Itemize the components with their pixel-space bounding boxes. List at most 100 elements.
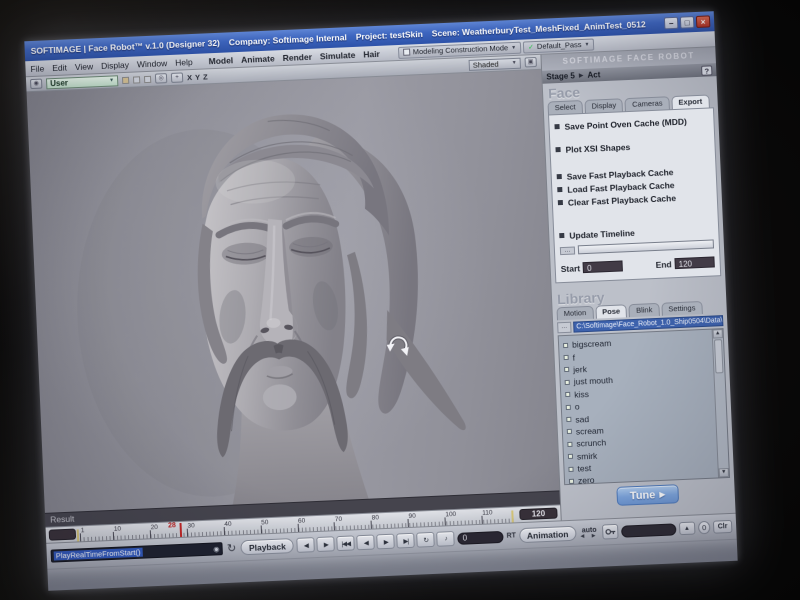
menu-item[interactable]: File (30, 63, 44, 74)
start-label: Start (561, 263, 581, 274)
library-tab[interactable]: Pose (595, 304, 627, 318)
playhead[interactable]: 28 (179, 523, 182, 537)
axis-lock-button[interactable]: Z (203, 72, 208, 81)
minimize-button[interactable]: − (664, 17, 679, 30)
go-to-start-button[interactable]: |◀◀ (336, 535, 355, 551)
pose-listbox[interactable]: bigscream f jerk just mouth kiss (558, 328, 730, 485)
next-frame-button[interactable]: ▶ (316, 536, 335, 552)
current-frame-field[interactable]: 0 (457, 530, 503, 544)
up-arrow-button[interactable]: ▲ (678, 522, 695, 536)
script-knob-icon[interactable]: ◉ (213, 545, 219, 553)
toolbar-swatch-icon[interactable] (122, 76, 129, 83)
tune-button[interactable]: Tune ▶ (616, 484, 679, 506)
script-command-text: PlayRealTimeFromStart() (54, 548, 143, 561)
menu-item[interactable]: Simulate (320, 49, 356, 61)
help-button[interactable]: ? (701, 65, 712, 75)
prev-frame-button[interactable]: ◀ (296, 537, 315, 553)
display-mode-dropdown[interactable]: Shaded (469, 57, 521, 70)
viewport-3d-canvas[interactable] (27, 70, 560, 513)
pose-list: bigscream f jerk just mouth kiss (563, 333, 715, 485)
checkbox-icon[interactable] (403, 49, 410, 56)
construction-mode-label: Modeling Construction Mode (413, 43, 509, 56)
export-action-button[interactable]: Save Point Oven Cache (MDD) (554, 115, 708, 133)
camera-view-dropdown[interactable]: User (46, 75, 118, 89)
menu-item[interactable]: Hair (363, 48, 380, 59)
go-to-end-button[interactable]: ▶| (396, 533, 415, 549)
render-pass-dropdown[interactable]: ✓ Default_Pass (523, 38, 595, 53)
library-tab[interactable]: Blink (629, 303, 660, 317)
pose-bullet-icon (564, 355, 569, 360)
autokey-widget[interactable]: auto ◀ ▶ (579, 526, 599, 539)
face-tab[interactable]: Cameras (625, 96, 670, 111)
window-controls: − □ × (664, 15, 710, 29)
progress-options-button[interactable]: … (560, 246, 575, 255)
translate-icon[interactable]: + (171, 72, 183, 83)
range-marker[interactable] (511, 510, 514, 522)
clear-button[interactable]: Clr (713, 520, 733, 534)
ruler-tick: 20 (150, 530, 151, 538)
library-tab[interactable]: Motion (556, 306, 593, 321)
axis-lock-button[interactable]: Y (195, 72, 200, 81)
pose-label: kiss (574, 389, 589, 400)
maximize-button[interactable]: □ (680, 16, 695, 29)
export-action-button[interactable]: Plot XSI Shapes (555, 138, 709, 156)
axis-lock-button[interactable]: X (187, 73, 192, 82)
play-forward-button[interactable]: ▶ (376, 534, 395, 550)
viewport-resize-icon[interactable]: ▣ (525, 57, 537, 68)
pose-label: f (572, 352, 575, 362)
animation-menu-button[interactable]: Animation (519, 526, 577, 543)
face-tab[interactable]: Export (671, 94, 709, 109)
menu-item[interactable]: View (75, 61, 94, 72)
tune-label: Tune (630, 489, 656, 502)
ruler-tick: 110 (481, 516, 482, 524)
menu-item[interactable]: Help (175, 56, 193, 67)
menu-item[interactable]: Model (208, 55, 233, 66)
cache-progress-bar (578, 239, 714, 254)
realtime-toggle[interactable]: RT (506, 532, 516, 539)
end-frame-field[interactable]: 120 (674, 256, 714, 269)
ruler-tick: 80 (371, 521, 372, 529)
scroll-down-icon[interactable]: ▼ (719, 468, 729, 477)
menu-item[interactable]: Render (282, 51, 312, 62)
center-pivot-icon[interactable]: ◎ (155, 73, 167, 84)
export-action-label: Save Point Oven Cache (MDD) (564, 116, 687, 131)
close-button[interactable]: × (696, 15, 711, 28)
menu-item[interactable]: Window (137, 58, 168, 69)
axis-lock-buttons: XYZ (187, 72, 208, 82)
head-model (27, 70, 560, 513)
export-action-label: Plot XSI Shapes (565, 141, 630, 154)
ruler-tick: 30 (187, 529, 188, 537)
toolbar-swatch-icon[interactable] (144, 75, 151, 82)
scroll-thumb[interactable] (714, 339, 723, 373)
key-icon (605, 527, 616, 536)
project-label: Project: testSkin (356, 29, 423, 42)
ruler-tick: 60 (297, 524, 298, 532)
end-frame-box[interactable]: 120 (519, 508, 557, 521)
scroll-up-icon[interactable]: ▲ (713, 329, 723, 338)
viewport-camera-icon[interactable]: ◉ (30, 79, 42, 90)
toolbar-swatch-icon[interactable] (133, 76, 140, 83)
face-tab[interactable]: Display (584, 98, 623, 113)
pose-bullet-icon (566, 404, 571, 409)
company-label: Company: Softimage Internal (229, 32, 347, 47)
pose-label: o (575, 402, 580, 412)
audio-mute-button[interactable]: ♪ (436, 531, 455, 547)
start-frame-field[interactable]: 0 (583, 260, 623, 273)
loop-toggle-button[interactable]: ↻ (416, 532, 435, 548)
face-tab[interactable]: Select (547, 100, 582, 115)
library-tab[interactable]: Settings (661, 301, 703, 316)
list-scrollbar[interactable]: ▲ ▼ (712, 329, 729, 477)
range-marker[interactable] (77, 529, 80, 541)
menu-item[interactable]: Edit (52, 62, 67, 73)
menu-item[interactable]: Display (101, 59, 129, 70)
keyframe-button[interactable] (602, 524, 619, 540)
pose-bullet-icon (565, 380, 570, 385)
browse-button[interactable]: … (557, 322, 571, 334)
script-command-field[interactable]: PlayRealTimeFromStart() ◉ (51, 542, 223, 562)
zero-button[interactable]: 0 (698, 521, 710, 535)
export-action-button[interactable]: Update Timeline (559, 223, 713, 241)
menu-item[interactable]: Animate (241, 53, 275, 64)
refresh-icon[interactable]: ↻ (225, 541, 238, 555)
play-reverse-button[interactable]: ◀ (356, 535, 375, 551)
playback-menu-button[interactable]: Playback (241, 538, 294, 555)
